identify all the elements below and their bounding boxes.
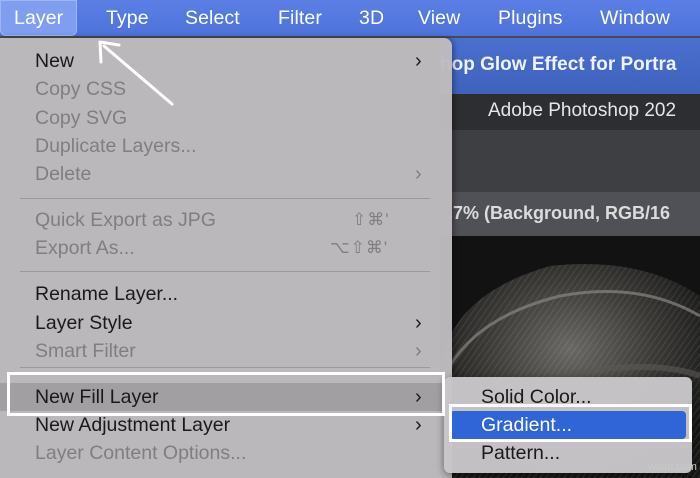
- chevron-right-icon: ›: [415, 50, 422, 72]
- menu-separator: [20, 271, 430, 272]
- menu-item-new-fill-layer[interactable]: New Fill Layer ›: [0, 383, 452, 411]
- chevron-right-icon: ›: [415, 312, 422, 334]
- submenu-item-label: Solid Color...: [481, 386, 592, 408]
- menu-item-label: Duplicate Layers...: [35, 135, 197, 157]
- document-title: hop Glow Effect for Portra: [440, 54, 677, 75]
- menu-item-label: New Adjustment Layer: [35, 414, 231, 436]
- menu-separator: [20, 367, 430, 368]
- menu-separator: [20, 198, 430, 199]
- chevron-right-icon: ›: [415, 386, 422, 408]
- chevron-right-icon: ›: [415, 414, 422, 436]
- menu-window[interactable]: Window: [586, 0, 684, 36]
- submenu-item-gradient[interactable]: Gradient...: [450, 411, 686, 439]
- menu-plugins-label: Plugins: [498, 7, 563, 29]
- menu-item-label: New Fill Layer: [35, 386, 159, 408]
- menu-select-label: Select: [185, 7, 240, 29]
- watermark-text: wtvid.com: [648, 461, 697, 473]
- submenu-item-label: Gradient...: [481, 414, 573, 436]
- app-title: Adobe Photoshop 202: [488, 100, 677, 121]
- menu-type-label: Type: [106, 7, 149, 29]
- menu-item-label: Smart Filter: [35, 340, 136, 362]
- menu-item-new-adjustment-layer[interactable]: New Adjustment Layer ›: [0, 411, 452, 439]
- menu-item-copy-svg: Copy SVG: [0, 104, 452, 132]
- menu-item-label: Layer Content Options...: [35, 442, 247, 464]
- chevron-right-icon: ›: [415, 163, 422, 185]
- menu-layer[interactable]: Layer: [0, 0, 78, 36]
- menu-filter[interactable]: Filter: [264, 0, 336, 36]
- menu-item-export-as: Export As... ⌥⇧⌘': [0, 234, 452, 262]
- menu-item-label: Export As...: [35, 237, 135, 259]
- document-tab[interactable]: .7% (Background, RGB/16: [440, 192, 700, 236]
- menu-item-delete: Delete ›: [0, 160, 452, 188]
- document-title-bar: hop Glow Effect for Portra: [440, 38, 700, 94]
- menu-window-label: Window: [600, 7, 670, 29]
- new-fill-layer-submenu: Solid Color... Gradient... Pattern...: [444, 377, 692, 473]
- document-tab-label: .7% (Background, RGB/16: [448, 203, 671, 223]
- menu-item-label: Delete: [35, 163, 92, 185]
- menu-item-smart-filter: Smart Filter ›: [0, 337, 452, 365]
- app-title-bar: Adobe Photoshop 202: [440, 94, 700, 130]
- layer-menu-dropdown: New › Copy CSS Copy SVG Duplicate Layers…: [0, 38, 452, 478]
- menu-item-layer-style[interactable]: Layer Style ›: [0, 309, 452, 337]
- menubar: Layer Type Select Filter 3D View Plugins…: [0, 0, 700, 36]
- menu-view[interactable]: View: [404, 0, 474, 36]
- menu-item-label: Copy SVG: [35, 107, 128, 129]
- menu-layer-label: Layer: [14, 7, 64, 29]
- menu-item-copy-css: Copy CSS: [0, 75, 452, 103]
- menu-type[interactable]: Type: [92, 0, 163, 36]
- menu-plugins[interactable]: Plugins: [484, 0, 577, 36]
- menu-3d[interactable]: 3D: [345, 0, 398, 36]
- menu-item-label: Copy CSS: [35, 78, 127, 100]
- menu-select[interactable]: Select: [171, 0, 254, 36]
- chevron-right-icon: ›: [415, 340, 422, 362]
- submenu-item-solid-color[interactable]: Solid Color...: [450, 383, 686, 411]
- menu-item-label: Layer Style: [35, 312, 133, 334]
- menu-filter-label: Filter: [278, 7, 322, 29]
- menu-item-label: New: [35, 50, 75, 72]
- menu-item-duplicate-layers: Duplicate Layers...: [0, 132, 452, 160]
- menu-3d-label: 3D: [359, 7, 385, 29]
- keyboard-shortcut: ⌥⇧⌘': [330, 238, 389, 257]
- menu-item-rename-layer[interactable]: Rename Layer...: [0, 280, 452, 308]
- menu-view-label: View: [418, 7, 461, 29]
- options-bar: [440, 130, 700, 192]
- menu-item-label: Rename Layer...: [35, 283, 179, 305]
- submenu-item-label: Pattern...: [481, 442, 561, 464]
- menu-item-quick-export-jpg: Quick Export as JPG ⇧⌘': [0, 206, 452, 234]
- menu-item-label: Quick Export as JPG: [35, 209, 216, 231]
- menu-item-layer-content-options: Layer Content Options...: [0, 439, 452, 467]
- menu-item-new[interactable]: New ›: [0, 47, 452, 75]
- keyboard-shortcut: ⇧⌘': [352, 210, 390, 229]
